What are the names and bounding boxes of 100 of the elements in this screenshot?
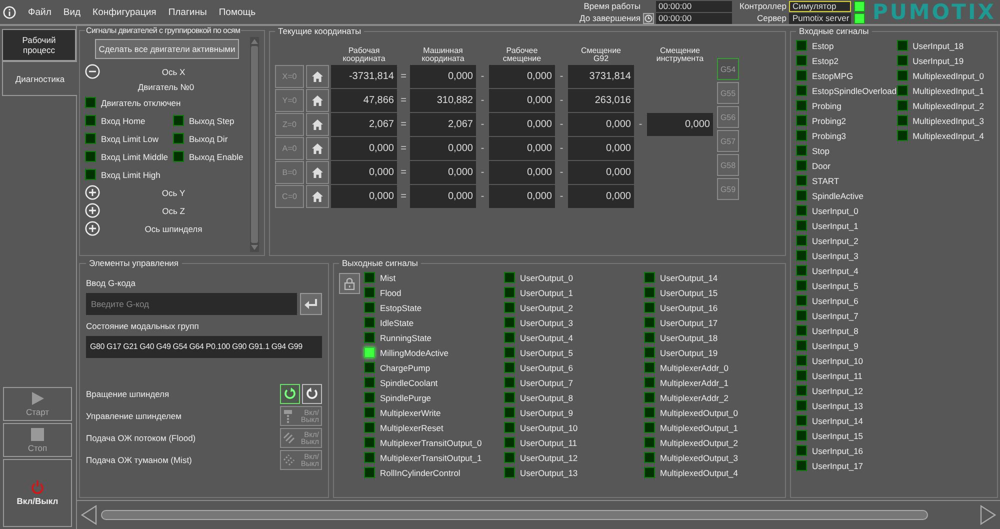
coordinate-value: 0,000 (489, 89, 555, 112)
clockwise-arrow-icon (283, 387, 297, 401)
home-icon (312, 167, 323, 178)
menu-item[interactable]: Помощь (218, 6, 256, 18)
expand-icon[interactable] (85, 203, 100, 218)
signal-label: MultiplexedInput_3 (912, 116, 984, 126)
coordinate-value: 0,000 (489, 185, 555, 208)
coordinate-value: 0,000 (410, 161, 476, 184)
tab[interactable]: Диагностика (2, 61, 77, 96)
power-button[interactable]: Вкл/Выкл (3, 459, 72, 527)
info-icon[interactable] (3, 6, 16, 18)
coordinate-value: 0,000 (568, 137, 634, 160)
server-label: Сервер (756, 13, 786, 23)
signal-label: MultiplexedOutput_4 (660, 468, 738, 478)
scrollbar-thumb[interactable] (101, 510, 928, 520)
rotate-clockwise-button[interactable] (280, 384, 300, 404)
enter-button[interactable] (300, 293, 322, 315)
signal-label: UserOutput_8 (520, 392, 573, 402)
gcode-input[interactable]: Введите G-код (86, 293, 297, 315)
operator-sign: - (638, 118, 644, 132)
operator-sign: - (480, 70, 486, 84)
operator-sign: - (480, 94, 486, 108)
axis-label: Ось Z (161, 206, 186, 216)
coordinate-value: 2,067 (410, 113, 476, 136)
offset-button[interactable]: G55 (717, 82, 739, 104)
signal-label: UserOutput_10 (520, 422, 578, 432)
scrollbar-thumb[interactable] (251, 46, 258, 243)
signal-label: MultiplexerAddr_2 (660, 392, 729, 402)
signal-label: Выход Dir (189, 134, 228, 144)
rotate-counterclockwise-button[interactable] (302, 384, 322, 404)
offset-button[interactable]: G54 (717, 58, 739, 80)
lock-button[interactable] (339, 273, 360, 294)
operator-sign: - (558, 166, 564, 180)
signal-label: UserInput_9 (812, 340, 858, 350)
logo: PUMOTIX (871, 0, 997, 24)
signal-label: UserInput_7 (812, 310, 858, 320)
signal-label: START (812, 176, 840, 186)
signal-label: UserOutput_1 (520, 288, 573, 298)
signal-label: Estop2 (812, 56, 838, 66)
expand-icon[interactable] (85, 221, 100, 236)
signal-label: Выход Enable (189, 152, 244, 162)
clock-icon[interactable] (642, 12, 654, 24)
signal-label: Flood (380, 288, 402, 298)
coordinate-value: 0,000 (568, 113, 634, 136)
lock-icon (344, 277, 355, 290)
tab[interactable]: Рабочий процесс (2, 29, 76, 61)
controller-label: Контроллер (740, 1, 786, 11)
signal-label: UserInput_12 (812, 386, 864, 396)
signal-label: UserOutput_13 (520, 468, 578, 478)
signal-label: UserOutput_19 (660, 348, 718, 358)
menu-item[interactable]: Файл (28, 6, 52, 18)
vertical-scrollbar[interactable] (250, 37, 259, 252)
signal-label: Вход Home (101, 116, 146, 126)
collapse-icon[interactable] (85, 64, 100, 79)
home-button[interactable] (306, 185, 329, 208)
zero-axis-button[interactable]: X=0 (275, 65, 304, 88)
coordinate-value: 0,000 (331, 137, 397, 160)
coordinate-value: 0,000 (489, 65, 555, 88)
signal-label: EstopSpindleOverload (812, 86, 897, 96)
expand-icon[interactable] (85, 185, 100, 200)
zero-axis-button[interactable]: A=0 (275, 137, 304, 160)
menu-item[interactable]: Конфигурация (92, 6, 156, 18)
signal-label: MultiplexedOutput_2 (660, 438, 738, 448)
operator-sign: - (558, 118, 564, 132)
coordinate-value: 47,866 (331, 89, 397, 112)
coordinate-value: 0,000 (489, 113, 555, 136)
panel-title: Элементы управления (88, 258, 180, 268)
signal-label: MultiplexedOutput_1 (660, 422, 738, 432)
signal-label: UserOutput_2 (520, 302, 573, 312)
scroll-up-icon (251, 39, 258, 44)
activate-motors-button[interactable]: Сделать все двигатели активными (95, 39, 239, 59)
offset-button[interactable]: G57 (717, 130, 739, 152)
home-button[interactable] (306, 89, 329, 112)
menu-item[interactable]: Вид (63, 6, 81, 18)
zero-axis-button[interactable]: C=0 (275, 185, 304, 208)
signal-label: MultiplexerTransitOutput_0 (380, 438, 482, 448)
signal-label: Выход Step (189, 116, 234, 126)
home-button[interactable] (306, 161, 329, 184)
operator-sign: - (480, 142, 486, 156)
offset-button[interactable]: G59 (717, 178, 739, 200)
remaining-time-label: До завершения (580, 13, 641, 23)
signal-label: Вход Limit Low (101, 134, 158, 144)
zero-axis-button[interactable]: Z=0 (275, 113, 304, 136)
zero-axis-button[interactable]: B=0 (275, 161, 304, 184)
offset-button[interactable]: G58 (717, 154, 739, 176)
home-button[interactable] (306, 137, 329, 160)
home-button[interactable] (306, 65, 329, 88)
operator-sign: = (400, 94, 408, 108)
column-header: Смещение G92 (580, 47, 622, 64)
offset-button[interactable]: G56 (717, 106, 739, 128)
zero-axis-button[interactable]: Y=0 (275, 89, 304, 112)
scroll-left-icon[interactable] (81, 505, 97, 525)
home-button[interactable] (306, 113, 329, 136)
signal-label: MultiplexedOutput_0 (660, 408, 738, 418)
operator-sign: - (480, 190, 486, 204)
remaining-time-field: 00:00:00 (656, 12, 732, 24)
modal-state-field: G80 G17 G21 G40 G49 G54 G64 P0.100 G90 G91.1 G94 G99 (86, 336, 322, 358)
signal-label: RunningState (380, 332, 432, 342)
menu-item[interactable]: Плагины (168, 6, 207, 18)
scroll-right-icon[interactable] (980, 505, 996, 525)
